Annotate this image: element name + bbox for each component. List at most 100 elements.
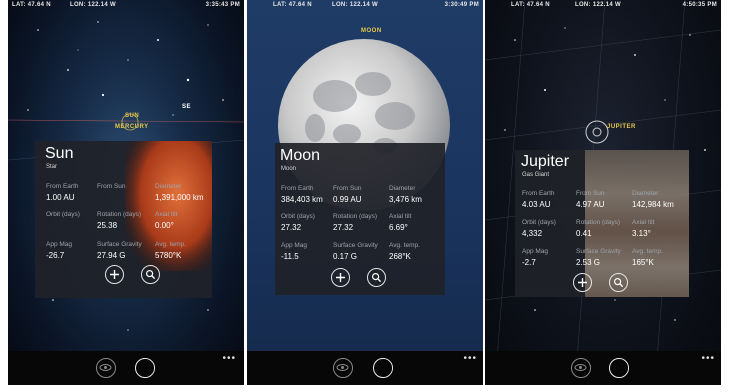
more-options-button[interactable]: ••• [463,353,477,364]
app-bar: ••• [247,351,483,385]
app-mag-label: App Mag [281,242,308,249]
app-mag-value: -2.7 [522,258,536,265]
surface-gravity-value: 2.53 G [576,258,601,265]
add-button[interactable] [331,268,350,287]
longitude-readout: LON: 122.14 W [70,2,116,8]
more-options-button[interactable]: ••• [701,353,715,364]
view-button[interactable] [571,358,591,378]
from-earth-label: From Earth [281,185,314,192]
object-info-card: Sun Star From Earth 1.00 AU From Sun Dia… [35,141,212,298]
surface-gravity-label: Surface Gravity [333,242,378,249]
sky-label-jupiter[interactable]: JUPITER [607,124,636,130]
object-name: Moon [280,147,321,164]
time-readout: 4:50:35 PM [682,2,717,8]
eye-icon [574,364,587,371]
from-earth-label: From Earth [522,190,555,197]
phone-screen-sun: LAT: 47.64 N LON: 122.14 W 3:35:43 PM SU… [8,0,244,385]
app-bar: ••• [485,351,721,385]
object-info-card: Jupiter Gas Giant From Earth 4.03 AU Fro… [515,150,689,297]
axial-tilt-value: 6.69° [389,223,408,232]
rotation-label: Rotation (days) [576,219,621,226]
zoom-button[interactable] [141,265,160,284]
time-readout: 3:30:49 PM [444,2,479,8]
status-bar: LAT: 47.64 N LON: 122.14 W 4:50:35 PM [485,0,721,10]
object-type: Moon [281,166,297,172]
axial-tilt-label: Axial tilt [389,213,412,220]
plus-circle-icon [336,273,345,282]
surface-gravity-value: 27.94 G [97,251,126,258]
orbit-value: 4,332 [522,229,543,238]
rotation-value: 27.32 [333,223,354,232]
rotation-value: 0.41 [576,229,592,238]
time-readout: 3:35:43 PM [205,2,240,8]
eye-icon [99,364,112,371]
avg-temp-value: 5780°K [155,251,182,258]
object-type: Star [46,164,58,170]
app-bar: ••• [8,351,244,385]
diameter-label: Diameter [389,185,416,192]
view-button[interactable] [96,358,116,378]
orbit-label: Orbit (days) [46,211,80,218]
avg-temp-label: Avg. temp. [155,241,186,248]
axial-tilt-value: 0.00° [155,221,174,230]
moon-button[interactable] [373,358,393,378]
axial-tilt-value: 3.13° [632,229,651,238]
object-type: Gas Giant [522,172,550,178]
latitude-readout: LAT: 47.64 N [511,2,550,8]
longitude-readout: LON: 122.14 W [332,2,378,8]
surface-gravity-label: Surface Gravity [97,241,142,248]
avg-temp-value: 268°K [389,252,411,259]
from-earth-value: 384,403 km [281,195,323,204]
from-earth-label: From Earth [46,183,79,190]
sky-label-moon[interactable]: MOON [361,28,382,34]
app-mag-label: App Mag [46,241,73,248]
surface-gravity-label: Surface Gravity [576,248,621,255]
status-bar: LAT: 47.64 N LON: 122.14 W 3:30:49 PM [247,0,483,10]
sky-label-mercury[interactable]: MERCURY [115,124,149,130]
moon-button[interactable] [609,358,629,378]
orbit-label: Orbit (days) [522,219,556,226]
object-name: Sun [45,145,74,162]
plus-circle-icon [578,278,587,287]
from-sun-value: 4.97 AU [576,200,605,209]
from-sun-label: From Sun [333,185,362,192]
diameter-label: Diameter [632,190,659,197]
from-sun-label: From Sun [576,190,605,197]
zoom-button[interactable] [609,273,628,292]
from-sun-value: 0.99 AU [333,195,362,204]
diameter-value: 1,391,000 km [155,193,204,202]
diameter-value: 142,984 km [632,200,674,209]
diameter-value: 3,476 km [389,195,422,204]
orbit-value: 27.32 [281,223,302,232]
zoom-button[interactable] [367,268,386,287]
from-sun-label: From Sun [97,183,126,190]
sky-label-sun[interactable]: SUN [125,113,139,119]
phone-screen-moon: LAT: 47.64 N LON: 122.14 W 3:30:49 PM MO… [247,0,483,385]
more-options-button[interactable]: ••• [222,353,236,364]
object-info-card: Moon Moon From Earth 384,403 km From Sun… [275,143,445,295]
app-mag-label: App Mag [522,248,549,255]
view-button[interactable] [333,358,353,378]
zoom-icon [145,269,156,280]
app-mag-value: -26.7 [46,251,65,258]
rotation-label: Rotation (days) [333,213,378,220]
sky-label-direction: SE [182,104,192,110]
add-button[interactable] [105,265,124,284]
avg-temp-label: Avg. temp. [632,248,663,255]
from-earth-value: 1.00 AU [46,193,75,202]
app-mag-value: -11.5 [281,252,299,259]
latitude-readout: LAT: 47.64 N [12,2,51,8]
axial-tilt-label: Axial tilt [632,219,655,226]
eye-icon [336,364,349,371]
latitude-readout: LAT: 47.64 N [273,2,312,8]
plus-circle-icon [110,270,119,279]
add-button[interactable] [573,273,592,292]
avg-temp-value: 165°K [632,258,654,265]
moon-button[interactable] [135,358,155,378]
orbit-label: Orbit (days) [281,213,315,220]
diameter-label: Diameter [155,183,182,190]
avg-temp-label: Avg. temp. [389,242,420,249]
rotation-label: Rotation (days) [97,211,142,218]
rotation-value: 25.38 [97,221,118,230]
status-bar: LAT: 47.64 N LON: 122.14 W 3:35:43 PM [8,0,244,10]
